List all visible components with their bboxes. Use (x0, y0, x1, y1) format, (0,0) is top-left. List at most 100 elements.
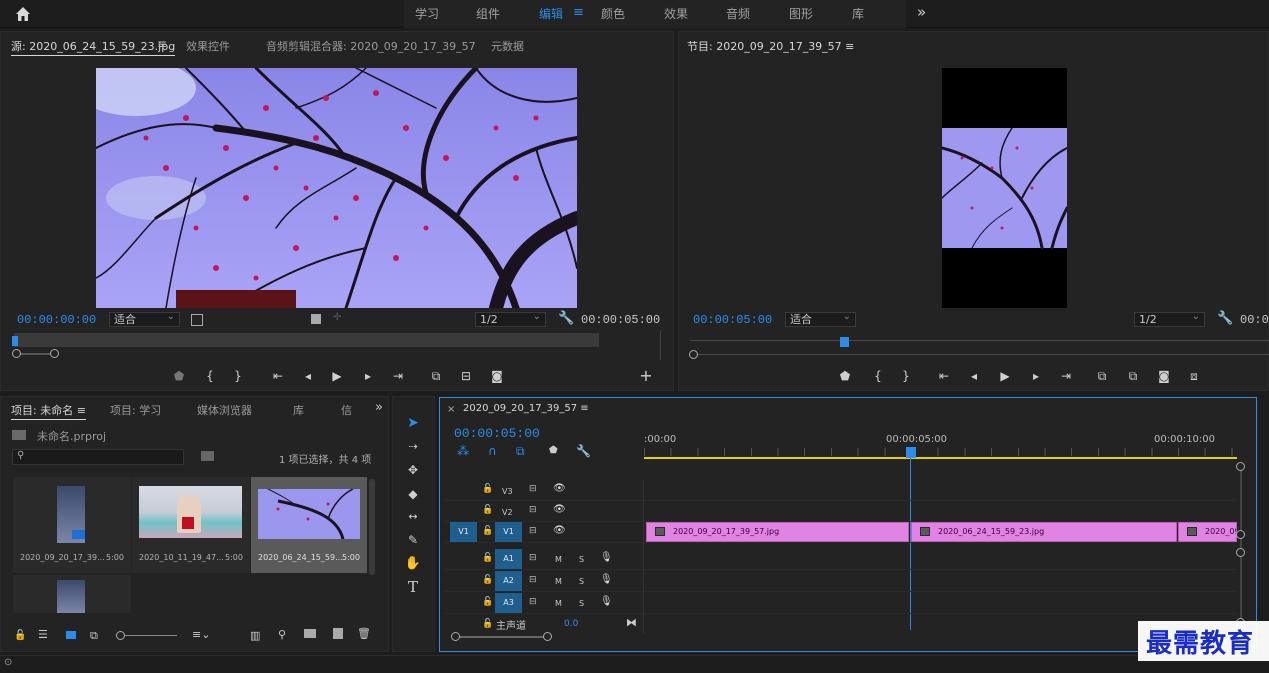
tab-project-learn[interactable]: 项目: 学习 (110, 402, 161, 418)
pen-tool-icon[interactable]: ✎ (404, 531, 422, 549)
track-lock-icon[interactable]: 🔓 (482, 553, 493, 563)
track-target-a1[interactable]: A1 (495, 549, 522, 569)
comparison-view-icon[interactable]: ⧈ (1186, 368, 1202, 384)
track-lock-icon[interactable]: 🔓 (482, 526, 493, 536)
mute-button[interactable]: M (555, 577, 562, 586)
thumbnail-size-slider[interactable] (119, 635, 177, 636)
zoom-handle-left[interactable] (12, 349, 21, 358)
close-sequence-icon[interactable]: × (447, 404, 455, 415)
zoom-handle-right[interactable] (50, 349, 59, 358)
ripple-edit-tool-icon[interactable]: ✥ (404, 461, 422, 479)
program-export-frame-icon[interactable]: ◙ (1156, 368, 1172, 384)
voice-over-mic-icon[interactable]: 🎙 (600, 596, 613, 607)
project-item[interactable]: 2020_09_20_17_39... 5:00 (13, 477, 131, 573)
settings-wrench-icon[interactable]: 🔧 (558, 311, 574, 326)
eye-icon[interactable]: 👁 (553, 525, 566, 536)
voice-over-mic-icon[interactable]: 🎙 (600, 552, 613, 563)
icon-view-icon[interactable] (66, 631, 76, 639)
source-fit-dropdown[interactable]: 适合 (109, 310, 180, 327)
type-tool-icon[interactable]: T (404, 578, 422, 596)
workspace-tab-graphics[interactable]: 图形 (789, 5, 813, 22)
eye-icon[interactable]: 👁 (553, 504, 566, 515)
find-icon[interactable]: ⚲ (278, 628, 286, 641)
project-search-input[interactable]: ⚲ (12, 449, 184, 465)
go-to-in-icon[interactable]: ⇤ (270, 368, 286, 384)
export-frame-icon[interactable]: ◙ (489, 368, 505, 384)
freeform-view-icon[interactable]: ⧉ (90, 629, 98, 643)
mark-in-icon[interactable]: { (202, 368, 218, 384)
workspace-tab-editing[interactable]: 编辑 (539, 5, 563, 22)
program-mark-in-icon[interactable]: { (870, 368, 886, 384)
tab-media-browser[interactable]: 媒体浏览器 (197, 402, 252, 418)
track-lock-icon[interactable]: 🔓 (482, 484, 493, 494)
sync-lock-icon[interactable]: ⊟ (529, 505, 537, 515)
play-icon[interactable]: ▶ (329, 368, 345, 384)
sync-lock-icon[interactable]: ⊟ (529, 526, 537, 536)
overwrite-icon[interactable]: ⊟ (458, 368, 474, 384)
solo-button[interactable]: S (579, 577, 584, 586)
track-label-v3[interactable]: V3 (502, 487, 513, 496)
more-workspaces-icon[interactable]: » (917, 3, 926, 21)
timeline-ruler[interactable]: :00:00 00:00:05:00 00:00:10:00 (644, 430, 1237, 460)
new-item-icon[interactable] (333, 628, 343, 639)
linked-selection-icon[interactable]: ⧉ (516, 444, 525, 459)
track-select-tool-icon[interactable]: ⇢ (404, 438, 422, 456)
program-settings-wrench-icon[interactable]: 🔧 (1217, 311, 1233, 326)
insert-clip-icon[interactable] (311, 314, 321, 324)
tab-audio-clip-mixer[interactable]: 音频剪辑混合器: 2020_09_20_17_39_57 (266, 38, 476, 54)
workspace-tab-effects[interactable]: 效果 (664, 5, 688, 22)
track-target-a3[interactable]: A3 (495, 593, 522, 613)
drag-video-icon[interactable]: ✛ (333, 312, 341, 323)
tab-source[interactable]: 源: 2020_06_24_15_59_23.jpg (11, 38, 176, 56)
tab-program[interactable]: 节目: 2020_09_20_17_39_57 ≡ (687, 38, 854, 54)
step-forward-icon[interactable]: ▸ (360, 368, 376, 384)
workspace-menu-icon[interactable]: ≡ (573, 5, 584, 20)
more-tabs-icon[interactable]: » (375, 400, 383, 415)
sort-icon[interactable]: ≡⌄ (192, 628, 210, 641)
program-mark-out-icon[interactable]: } (898, 368, 914, 384)
solo-button[interactable]: S (579, 555, 584, 564)
project-item-selected[interactable]: 2020_06_24_15_59... 5:00 (251, 477, 367, 573)
track-target-v1[interactable]: V1 (495, 522, 522, 542)
program-playhead[interactable] (840, 337, 849, 347)
project-item[interactable] (13, 575, 131, 613)
track-lock-icon[interactable]: 🔓 (482, 597, 493, 607)
work-area-bar[interactable] (644, 457, 1237, 459)
panel-menu-icon[interactable]: ≡ (157, 37, 167, 51)
slip-tool-icon[interactable]: ↔ (404, 508, 422, 526)
program-play-icon[interactable]: ▶ (997, 368, 1013, 384)
timeline-clip[interactable]: 2020_09_20_17_39_57.jpg (646, 522, 909, 542)
timeline-marker-icon[interactable]: ⬟ (549, 445, 558, 456)
sync-lock-icon[interactable]: ⊟ (529, 597, 537, 607)
track-lock-icon[interactable]: 🔓 (482, 505, 493, 515)
program-fit-dropdown[interactable]: 适合 (785, 310, 856, 327)
source-timecode[interactable]: 00:00:00:00 (17, 313, 96, 327)
drop-frame-icon[interactable] (191, 314, 203, 326)
workspace-tab-assembly[interactable]: 组件 (476, 5, 500, 22)
timeline-vertical-scroll[interactable] (1240, 467, 1242, 627)
workspace-tab-libraries[interactable]: 库 (852, 5, 864, 22)
eye-icon[interactable]: 👁 (553, 483, 566, 494)
program-time-ruler[interactable] (690, 340, 1269, 341)
mark-out-icon[interactable]: } (230, 368, 246, 384)
track-target-a2[interactable]: A2 (495, 571, 522, 591)
timeline-horizontal-scroll[interactable] (455, 636, 547, 638)
clear-icon[interactable]: 🗑 (357, 627, 371, 640)
tab-info[interactable]: 信 (341, 402, 352, 418)
new-bin-icon[interactable] (304, 629, 316, 638)
hscroll-handle-right[interactable] (543, 632, 552, 641)
program-timecode[interactable]: 00:00:05:00 (693, 313, 772, 327)
program-step-back-icon[interactable]: ◂ (966, 368, 982, 384)
lock-icon[interactable]: 🔓 (14, 630, 26, 641)
snap-icon[interactable]: ∩ (488, 444, 497, 458)
workspace-tab-audio[interactable]: 音频 (726, 5, 750, 22)
step-back-icon[interactable]: ◂ (300, 368, 316, 384)
go-to-out-icon[interactable]: ⇥ (390, 368, 406, 384)
add-marker-icon[interactable]: ⬟ (171, 368, 187, 384)
go-to-end-icon[interactable]: ⧓ (626, 616, 637, 629)
workspace-tab-learn[interactable]: 学习 (415, 5, 439, 22)
vscroll-handle-mid2[interactable] (1236, 548, 1245, 557)
program-step-forward-icon[interactable]: ▸ (1028, 368, 1044, 384)
hand-tool-icon[interactable]: ✋ (404, 555, 422, 573)
sequence-tab[interactable]: 2020_09_20_17_39_57 ≡ (463, 403, 589, 414)
